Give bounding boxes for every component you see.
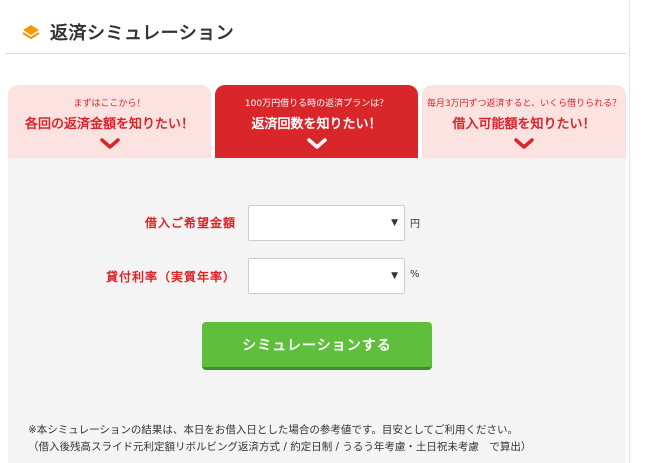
simulation-tabs: まずはここから！ 各回の返済金額を知りたい！ 100万円借りる時の返済プランは？… (8, 85, 626, 158)
loan-amount-select[interactable]: ▼ (248, 205, 405, 241)
loan-amount-unit: 円 (410, 219, 420, 230)
calculation-method-note: （借入後残高スライド元利定額リボルビング返済方式 / 約定日制 / うるう年考慮… (28, 441, 532, 453)
interest-rate-label: 貸付利率（実質年率） (105, 270, 236, 284)
interest-rate-select[interactable]: ▼ (248, 258, 405, 294)
dropdown-arrow-icon: ▼ (391, 218, 398, 228)
simulation-form-panel (8, 158, 626, 463)
tab-subtitle: まずはここから！ (73, 99, 146, 109)
interest-rate-unit: % (410, 269, 420, 280)
tab-borrowable-amount[interactable]: 毎月3万円ずつ返済すると、いくら借りられる？ 借入可能額を知りたい！ (422, 85, 626, 158)
tab-title: 借入可能額を知りたい！ (452, 117, 596, 132)
disclaimer-note: ※本シミュレーションの結果は、本日をお借入日とした場合の参考値です。目安としてご… (28, 424, 519, 436)
layers-icon (20, 21, 42, 43)
tab-title: 各回の返済金額を知りたい！ (24, 117, 194, 132)
chevron-down-icon (99, 138, 120, 149)
simulation-page: 返済シミュレーション まずはここから！ 各回の返済金額を知りたい！ 100万円借… (0, 0, 630, 463)
dropdown-arrow-icon: ▼ (391, 271, 398, 281)
tab-repayment-count[interactable]: 100万円借りる時の返済プランは？ 返済回数を知りたい！ (215, 85, 418, 158)
tab-title: 返済回数を知りたい！ (251, 117, 382, 132)
simulate-button[interactable]: シミュレーションする (202, 322, 432, 370)
loan-amount-label: 借入ご希望金額 (144, 216, 236, 230)
page-border (629, 0, 630, 463)
tab-subtitle: 100万円借りる時の返済プランは？ (244, 99, 389, 109)
tab-repayment-amount[interactable]: まずはここから！ 各回の返済金額を知りたい！ (8, 85, 211, 158)
section-title: 返済シミュレーション (50, 22, 235, 44)
tab-subtitle: 毎月3万円ずつ返済すると、いくら借りられる？ (426, 99, 622, 109)
chevron-down-icon (514, 138, 534, 149)
chevron-down-icon (306, 138, 327, 149)
section-heading: 返済シミュレーション (6, 10, 626, 54)
